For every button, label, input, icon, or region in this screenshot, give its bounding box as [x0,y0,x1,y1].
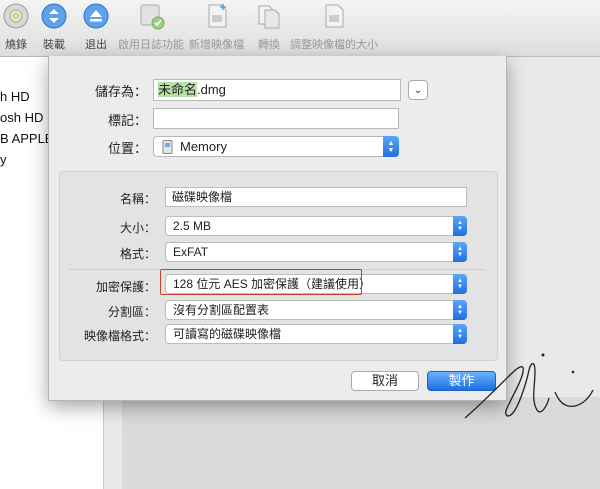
toolbar-burn[interactable]: 燒錄 [2,2,30,52]
size-popup[interactable]: 2.5 MB ▲ ▼ [165,216,467,236]
partitions-label: 分割區： [107,305,156,319]
resize-image-icon [325,4,344,28]
image-format-value: 可讀寫的磁碟映像檔 [173,327,282,341]
sidebar-item[interactable]: osh HD [0,110,43,125]
drive-icon [162,140,173,154]
popup-arrows-icon: ▲ ▼ [453,216,467,236]
toolbar-resize-image[interactable]: 調整映像檔的大小 [290,2,378,52]
toolbar-eject[interactable]: 退出 [82,2,110,52]
location-label: 位置： [107,141,147,156]
partitions-popup[interactable]: 沒有分割區配置表 ▲ ▼ [165,300,467,320]
partitions-value: 沒有分割區配置表 [173,303,270,317]
signature-drawing [464,353,594,419]
enable-journaling-icon [140,4,165,30]
popup-arrows-icon: ▲ ▼ [453,242,467,262]
burn-disc-icon [3,3,29,29]
new-image-icon [208,4,226,28]
toolbar-mount[interactable]: 裝載 [40,2,68,52]
toolbar-new-image[interactable]: 新增映像檔 [189,2,244,52]
name-label: 名稱： [119,192,156,206]
toolbar-label: 退出 [85,39,107,51]
size-label: 大小： [119,221,156,235]
tags-input[interactable] [153,108,399,129]
encryption-label: 加密保護： [95,280,156,294]
toolbar-enable-journaling[interactable]: 啟用日誌功能 [118,2,184,52]
toolbar-label: 裝載 [43,39,65,51]
eject-icon [83,3,109,29]
new-image-sheet: 儲存為： 未命名.dmg ⌄ 標記： 位置： Memory ▲ ▼ 名稱： 磁碟映… [48,56,507,401]
toolbar-label: 燒錄 [5,39,27,51]
image-format-label: 映像檔格式： [83,329,156,343]
toolbar-convert[interactable]: 轉換 [255,2,283,52]
sidebar-item[interactable]: y [0,152,7,167]
annotation-highlight-box [160,269,362,295]
toolbar-label: 轉換 [258,39,280,51]
popup-arrows-icon: ▲ ▼ [453,300,467,320]
toolbar-label: 新增映像檔 [189,39,244,51]
save-as-selected-text: 未命名 [158,82,198,97]
size-value: 2.5 MB [173,219,212,233]
sidebar-item[interactable]: B APPLE [0,131,53,146]
save-as-input[interactable]: 未命名.dmg [153,79,401,101]
popup-arrows-icon: ▲ ▼ [383,136,399,157]
format-popup[interactable]: ExFAT ▲ ▼ [165,242,467,262]
image-format-popup[interactable]: 可讀寫的磁碟映像檔 ▲ ▼ [165,324,467,344]
chevron-down-icon: ⌄ [413,84,423,96]
format-value: ExFAT [173,245,209,259]
toolbar: 燒錄 裝載 退出 啟用日誌功能 新增映像檔 轉換 調整映像檔的大小 [0,0,600,57]
toolbar-label: 啟用日誌功能 [118,39,184,51]
toolbar-label: 調整映像檔的大小 [290,39,378,51]
save-as-label: 儲存為： [94,84,147,99]
popup-arrows-icon: ▲ ▼ [453,324,467,344]
location-value: Memory [180,139,227,154]
convert-icon [258,5,280,29]
format-label: 格式： [119,247,156,261]
save-as-extension: .dmg [197,82,226,97]
expand-dialog-button[interactable]: ⌄ [408,80,428,100]
popup-arrows-icon: ▲ ▼ [453,274,467,294]
tags-label: 標記： [107,113,147,128]
cancel-button[interactable]: 取消 [351,371,419,391]
sidebar-item[interactable]: h HD [0,89,30,104]
location-popup[interactable]: Memory ▲ ▼ [153,136,399,157]
name-input[interactable]: 磁碟映像檔 [165,187,467,207]
mount-icon [41,3,67,29]
